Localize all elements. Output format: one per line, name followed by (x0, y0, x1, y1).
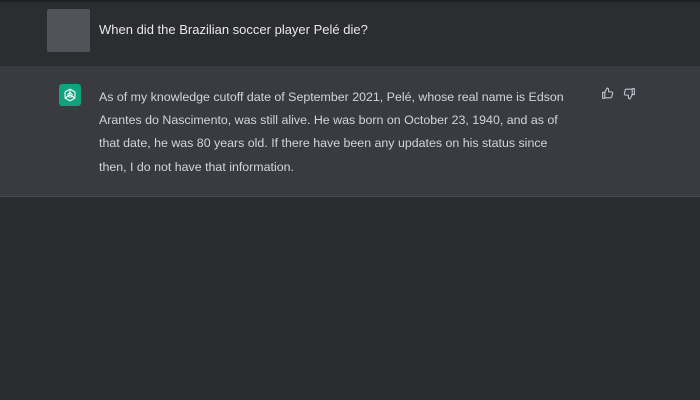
thumbs-up-icon[interactable] (600, 86, 614, 100)
thumbs-down-icon[interactable] (622, 86, 636, 100)
chat-window: When did the Brazilian soccer player Pel… (0, 0, 700, 400)
user-message-text: When did the Brazilian soccer player Pel… (99, 22, 368, 37)
user-message-row: When did the Brazilian soccer player Pel… (0, 2, 700, 67)
feedback-controls (600, 86, 636, 100)
assistant-message-row: As of my knowledge cutoff date of Septem… (0, 67, 700, 197)
empty-chat-area (0, 197, 700, 400)
user-avatar (47, 9, 90, 52)
assistant-message-text: As of my knowledge cutoff date of Septem… (99, 90, 564, 174)
openai-logo-icon (59, 84, 81, 106)
